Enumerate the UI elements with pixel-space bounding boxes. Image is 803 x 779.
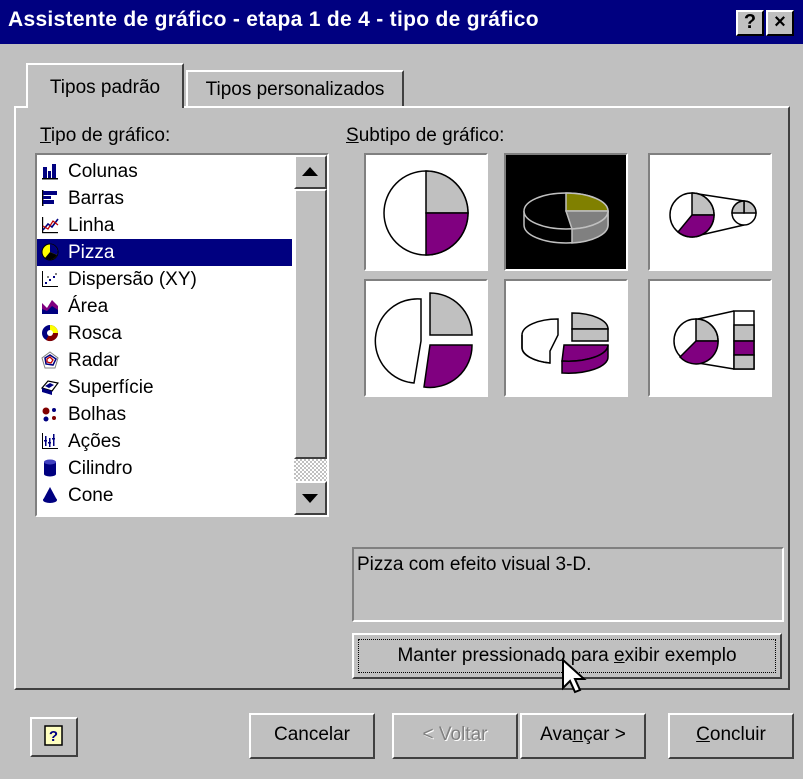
mouse-cursor-icon: [562, 658, 587, 694]
subtype-pie-of-pie[interactable]: [648, 153, 772, 271]
chart-type-item-colunas[interactable]: Colunas: [37, 158, 292, 185]
pie-3d-icon: [523, 192, 609, 244]
finish-button[interactable]: Concluir: [668, 713, 794, 759]
close-button[interactable]: ×: [766, 10, 794, 36]
chart-subtype-label: Subtipo de gráfico:: [346, 125, 505, 146]
stock-chart-icon: [42, 433, 58, 449]
subtype-description: Pizza com efeito visual 3-D.: [352, 547, 784, 622]
svg-text:?: ?: [49, 728, 58, 745]
chart-type-item-linha[interactable]: Linha: [37, 212, 292, 239]
chart-type-item-pizza[interactable]: Pizza: [37, 239, 292, 266]
list-scrollbar[interactable]: [294, 155, 327, 515]
doughnut-chart-icon: [42, 325, 59, 342]
radar-chart-icon: [41, 351, 59, 369]
area-chart-icon: [42, 300, 58, 314]
bubble-chart-icon: [42, 407, 56, 422]
pie-chart-icon: [41, 243, 59, 261]
bar-of-pie-icon: [673, 310, 755, 370]
chart-type-item-acoes[interactable]: Ações: [37, 428, 292, 455]
chart-type-label: Tipo de gráfico:: [40, 125, 171, 146]
chart-type-item-area[interactable]: Área: [37, 293, 292, 320]
window-title: Assistente de gráfico - etapa 1 de 4 - t…: [8, 8, 539, 31]
subtype-exploded-pie-3d[interactable]: [504, 279, 628, 397]
subtype-exploded-pie[interactable]: [364, 279, 488, 397]
exploded-pie-3d-icon: [521, 312, 609, 374]
scroll-up-button[interactable]: [294, 155, 327, 189]
chart-type-item-barras[interactable]: Barras: [37, 185, 292, 212]
tab-standard-types[interactable]: Tipos padrão: [26, 63, 184, 108]
scroll-thumb[interactable]: [294, 189, 327, 459]
tab-custom-types-label: Tipos personalizados: [205, 79, 385, 100]
chart-type-item-superficie[interactable]: Superfície: [37, 374, 292, 401]
column-chart-icon: [42, 164, 58, 180]
chart-type-item-cilindro[interactable]: Cilindro: [37, 455, 292, 482]
tab-standard-types-label: Tipos padrão: [49, 77, 161, 98]
chart-type-item-bolhas[interactable]: Bolhas: [37, 401, 292, 428]
subtype-bar-of-pie[interactable]: [648, 279, 772, 397]
pie-of-pie-icon: [669, 192, 757, 238]
chart-type-item-rosca[interactable]: Rosca: [37, 320, 292, 347]
scatter-chart-icon: [42, 271, 58, 287]
bar-chart-icon: [42, 190, 57, 206]
exploded-pie-icon: [374, 292, 473, 389]
help-icon: ?: [44, 725, 63, 746]
arrow-down-icon: [302, 494, 318, 503]
next-button[interactable]: Avançar >: [520, 713, 646, 759]
help-title-button[interactable]: ?: [736, 10, 764, 36]
chart-type-item-dispersao[interactable]: Dispersão (XY): [37, 266, 292, 293]
chart-type-item-radar[interactable]: Radar: [37, 347, 292, 374]
line-chart-icon: [42, 217, 59, 234]
pie-icon: [383, 170, 469, 256]
title-bar: Assistente de gráfico - etapa 1 de 4 - t…: [0, 0, 803, 44]
scroll-down-button[interactable]: [294, 481, 327, 515]
help-button[interactable]: ?: [30, 717, 78, 757]
tab-custom-types[interactable]: Tipos personalizados: [186, 70, 404, 106]
chart-type-item-cone[interactable]: Cone: [37, 482, 292, 509]
subtype-pie[interactable]: [364, 153, 488, 271]
subtype-pie-3d[interactable]: [504, 153, 628, 271]
surface-chart-icon: [41, 380, 59, 395]
chart-type-listbox[interactable]: Colunas Barras Linha Pizza Dispersão (XY…: [35, 153, 329, 517]
scroll-track[interactable]: [294, 459, 327, 481]
back-button[interactable]: < Voltar: [392, 713, 518, 759]
cone-chart-icon: [43, 487, 57, 503]
cylinder-chart-icon: [44, 459, 56, 477]
arrow-up-icon: [302, 167, 318, 176]
cancel-button[interactable]: Cancelar: [249, 713, 375, 759]
